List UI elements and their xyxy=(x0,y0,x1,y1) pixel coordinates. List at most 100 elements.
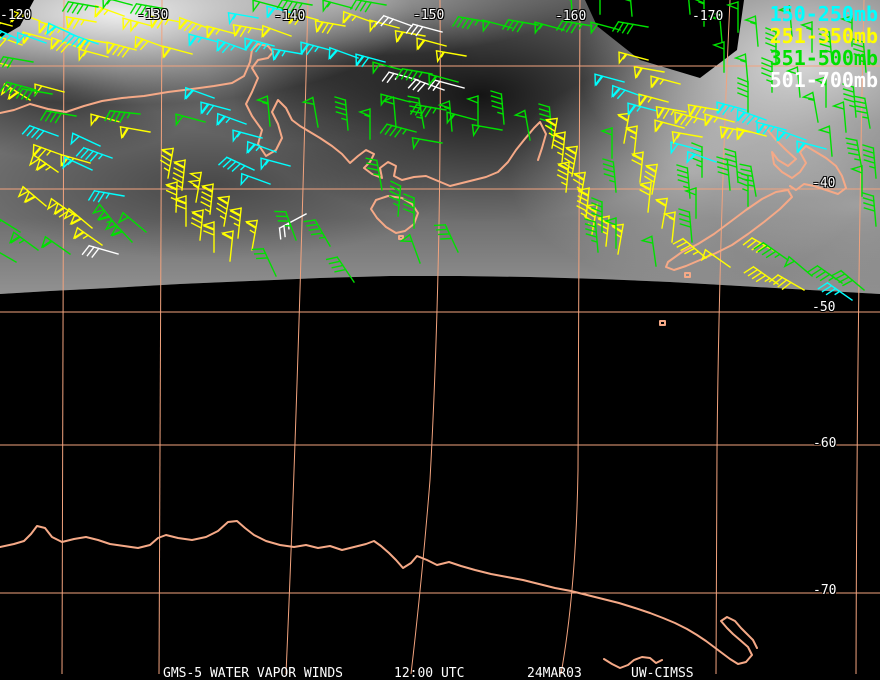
wind-barb xyxy=(817,125,833,157)
wind-barb xyxy=(244,219,259,251)
meridian-line xyxy=(410,0,441,675)
wind-barb xyxy=(228,207,242,239)
longitude-label: -130 xyxy=(137,8,169,23)
wind-barb xyxy=(676,164,691,199)
latitude-label: -60 xyxy=(813,436,837,451)
wind-barb xyxy=(435,49,467,64)
wind-barb xyxy=(240,172,271,187)
latitude-label: -70 xyxy=(813,583,837,598)
wind-barb xyxy=(490,90,505,125)
wind-barb xyxy=(215,195,231,227)
longitude-label: -160 xyxy=(555,9,587,24)
wind-barb xyxy=(300,41,331,56)
wind-barb xyxy=(162,45,193,59)
wind-barb xyxy=(602,158,617,193)
legend-row-351-500: 351-500mb xyxy=(769,46,878,70)
wind-barb xyxy=(618,0,633,17)
caption-product-name: GMS-5 WATER VAPOR WINDS xyxy=(163,666,344,680)
latitude-label: -40 xyxy=(812,176,836,191)
wind-barb xyxy=(633,65,665,80)
wind-barb xyxy=(0,245,17,263)
wind-barb xyxy=(251,247,277,277)
wind-barb xyxy=(261,24,292,39)
wind-barb xyxy=(675,0,691,15)
wind-barb xyxy=(90,113,121,127)
wind-barb xyxy=(638,181,652,213)
wind-barb xyxy=(403,193,415,229)
wind-barb xyxy=(63,207,93,229)
longitude-label: -150 xyxy=(413,8,445,23)
wind-barb xyxy=(78,48,109,62)
wind-barb xyxy=(719,125,751,140)
wind-barb xyxy=(411,136,443,151)
wind-barb xyxy=(627,102,658,116)
wind-barb xyxy=(75,146,113,162)
wind-barb xyxy=(17,185,47,207)
wind-barb xyxy=(271,47,303,62)
wind-barb xyxy=(678,208,693,243)
wind-barb xyxy=(407,95,425,129)
wind-barb xyxy=(683,187,697,219)
wind-barb xyxy=(583,203,599,235)
wind-barb xyxy=(733,53,749,85)
wind-barb xyxy=(584,218,599,253)
wind-barb xyxy=(399,233,421,264)
wind-barb xyxy=(87,189,125,203)
wind-barb xyxy=(388,180,402,217)
wind-barb xyxy=(737,77,749,113)
wind-barb xyxy=(172,159,186,191)
wind-barb xyxy=(173,195,187,227)
wind-barb xyxy=(446,111,477,125)
wind-barb xyxy=(21,124,59,140)
wind-barb xyxy=(599,127,613,159)
wind-barb xyxy=(672,237,707,259)
wind-barb xyxy=(201,221,215,253)
legend-row-501-700: 501-700mb xyxy=(769,68,878,92)
wind-barb xyxy=(862,144,877,179)
wind-barb xyxy=(0,33,23,49)
wind-barb xyxy=(220,230,234,262)
wind-barb xyxy=(0,215,21,233)
pressure-level-legend: 150-250mb 251-350mb 351-500mb 501-700mb xyxy=(770,3,878,91)
wind-barb xyxy=(0,55,34,69)
wind-barb xyxy=(216,38,247,54)
wind-barb xyxy=(590,21,621,35)
wind-barb xyxy=(576,187,590,219)
wind-barb xyxy=(200,183,214,215)
wind-barb xyxy=(314,19,346,35)
wind-barb xyxy=(61,0,99,15)
wind-barb xyxy=(654,197,669,229)
latitude-label: -50 xyxy=(812,300,836,315)
wind-barb xyxy=(232,23,264,38)
wind-barb xyxy=(381,96,397,128)
wind-barb xyxy=(104,218,133,243)
wind-barb xyxy=(216,112,247,127)
wind-barb xyxy=(28,153,59,173)
meridian-line xyxy=(715,0,731,675)
caption-time: 12:00 UTC xyxy=(394,666,465,680)
wind-barb xyxy=(190,209,204,241)
longitude-label: -170 xyxy=(692,9,724,24)
wind-barb xyxy=(357,108,371,140)
coastlines xyxy=(0,43,847,669)
coastline-macquarie-island xyxy=(659,320,666,326)
wind-barb xyxy=(255,95,271,127)
wind-barb xyxy=(465,95,479,127)
wind-barb xyxy=(278,213,307,240)
wind-barb xyxy=(8,231,39,251)
wind-barb xyxy=(437,100,453,132)
wind-barb xyxy=(260,157,291,171)
wind-barb xyxy=(611,84,642,100)
wind-barb xyxy=(801,91,819,123)
legend-row-150-250: 150-250mb xyxy=(769,2,878,26)
meridian-line xyxy=(560,0,581,675)
meridian-line xyxy=(61,0,65,675)
wind-barb xyxy=(365,157,383,191)
coastline-stewart-island xyxy=(684,272,691,278)
wind-barb xyxy=(274,210,297,241)
wind-barb xyxy=(807,264,843,284)
wind-barb xyxy=(416,37,447,51)
wind-barb xyxy=(381,71,419,84)
wind-barb xyxy=(711,41,725,73)
wind-barb xyxy=(227,11,259,26)
